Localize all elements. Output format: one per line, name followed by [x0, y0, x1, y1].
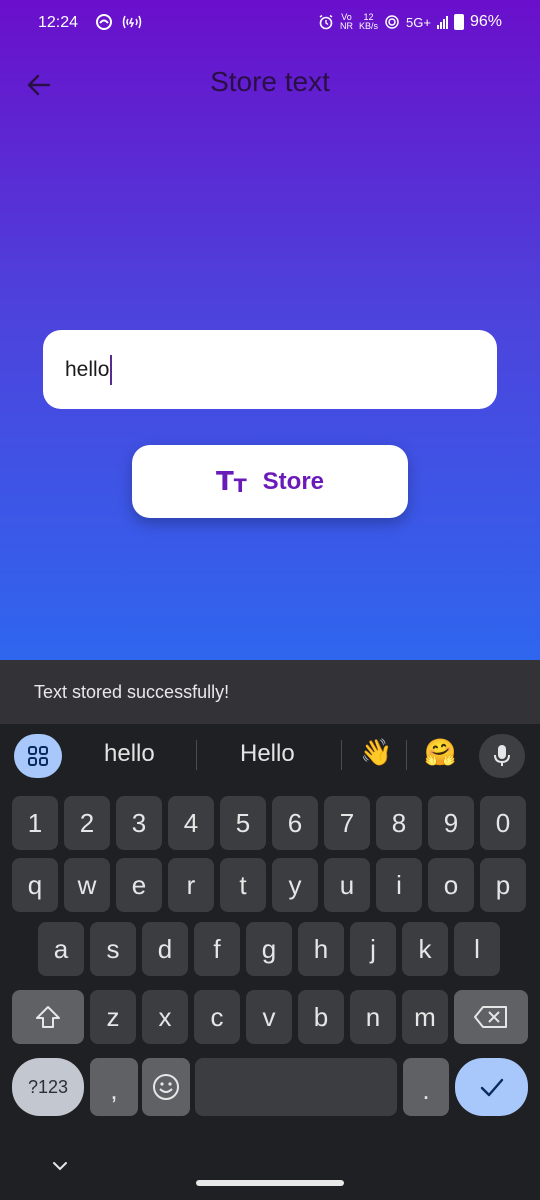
key-v[interactable]: v [246, 990, 292, 1044]
key-j[interactable]: j [350, 922, 396, 976]
network-type: 5G+ [406, 14, 431, 30]
hide-keyboard-icon[interactable] [50, 1158, 70, 1174]
app-screen: 12:24 Vo NR 12 KB/s 5G+ 96% Store text h… [0, 0, 540, 660]
battery-icon [453, 14, 464, 30]
key-w[interactable]: w [64, 858, 110, 912]
alarm-icon [319, 14, 333, 30]
grid-icon [28, 746, 48, 766]
key-4[interactable]: 4 [168, 796, 214, 850]
network-speed-unit: KB/s [359, 21, 379, 31]
text-cursor [110, 354, 113, 385]
key-3[interactable]: 3 [116, 796, 162, 850]
suggestion-divider [406, 740, 407, 770]
key-q[interactable]: q [12, 858, 58, 912]
symbols-key[interactable]: ?123 [12, 1058, 84, 1116]
store-button-label: Store [262, 467, 325, 495]
key-s[interactable]: s [90, 922, 136, 976]
messenger-icon [96, 14, 112, 30]
emoji-suggestion-wave[interactable]: 👋 [360, 737, 392, 768]
key-p[interactable]: p [480, 858, 526, 912]
period-key[interactable]: . [403, 1058, 449, 1116]
key-t[interactable]: t [220, 858, 266, 912]
comma-key[interactable]: , [90, 1058, 138, 1116]
text-input-field[interactable]: hello [43, 330, 497, 409]
microphone-icon [494, 745, 510, 766]
keyboard-menu-button[interactable] [14, 734, 62, 778]
home-indicator[interactable] [196, 1180, 344, 1186]
key-y[interactable]: y [272, 858, 318, 912]
key-k[interactable]: k [402, 922, 448, 976]
key-5[interactable]: 5 [220, 796, 266, 850]
status-time: 12:24 [38, 14, 79, 31]
suggestion-bar: hello Hello 👋 🤗 [0, 724, 540, 786]
key-u[interactable]: u [324, 858, 370, 912]
key-i[interactable]: i [376, 858, 422, 912]
key-r[interactable]: r [168, 858, 214, 912]
key-7[interactable]: 7 [324, 796, 370, 850]
text-format-icon: TT [215, 466, 247, 497]
key-e[interactable]: e [116, 858, 162, 912]
key-n[interactable]: n [350, 990, 396, 1044]
emoji-suggestion-hug[interactable]: 🤗 [424, 737, 456, 768]
key-8[interactable]: 8 [376, 796, 422, 850]
key-d[interactable]: d [142, 922, 188, 976]
key-2[interactable]: 2 [64, 796, 110, 850]
shift-key[interactable] [12, 990, 84, 1044]
suggestion-1[interactable]: hello [104, 740, 155, 768]
key-h[interactable]: h [298, 922, 344, 976]
space-key[interactable] [195, 1058, 397, 1116]
key-x[interactable]: x [142, 990, 188, 1044]
key-c[interactable]: c [194, 990, 240, 1044]
emoji-key[interactable] [142, 1058, 190, 1116]
emoji-icon [153, 1074, 179, 1100]
backspace-key[interactable] [454, 990, 528, 1044]
wifi-calling-icon [385, 15, 399, 29]
page-title: Store text [210, 66, 330, 97]
key-m[interactable]: m [402, 990, 448, 1044]
suggestion-divider [196, 740, 197, 770]
enter-key[interactable] [455, 1058, 528, 1116]
key-9[interactable]: 9 [428, 796, 474, 850]
key-f[interactable]: f [194, 922, 240, 976]
hotspot-icon [122, 15, 142, 29]
nr-label: NR [340, 21, 354, 31]
snackbar: Text stored successfully! [0, 660, 540, 724]
text-input-value: hello [65, 357, 110, 381]
battery-percent: 96% [469, 13, 502, 30]
snackbar-message: Text stored successfully! [34, 682, 230, 702]
suggestion-2[interactable]: Hello [240, 740, 295, 768]
status-bar: 12:24 Vo NR 12 KB/s 5G+ 96% [0, 0, 540, 48]
signal-icon [436, 15, 448, 29]
key-g[interactable]: g [246, 922, 292, 976]
key-0[interactable]: 0 [480, 796, 526, 850]
backspace-icon [474, 1006, 507, 1028]
store-button[interactable]: TT Store [132, 445, 408, 518]
key-l[interactable]: l [454, 922, 500, 976]
checkmark-icon [480, 1078, 503, 1097]
key-a[interactable]: a [38, 922, 84, 976]
key-o[interactable]: o [428, 858, 474, 912]
voice-input-button[interactable] [479, 734, 525, 778]
key-z[interactable]: z [90, 990, 136, 1044]
shift-icon [36, 1006, 60, 1028]
key-b[interactable]: b [298, 990, 344, 1044]
key-1[interactable]: 1 [12, 796, 58, 850]
suggestion-divider [341, 740, 342, 770]
key-6[interactable]: 6 [272, 796, 318, 850]
keyboard: hello Hello 👋 🤗 1 2 3 4 5 6 7 8 9 0 q w … [0, 724, 540, 1200]
